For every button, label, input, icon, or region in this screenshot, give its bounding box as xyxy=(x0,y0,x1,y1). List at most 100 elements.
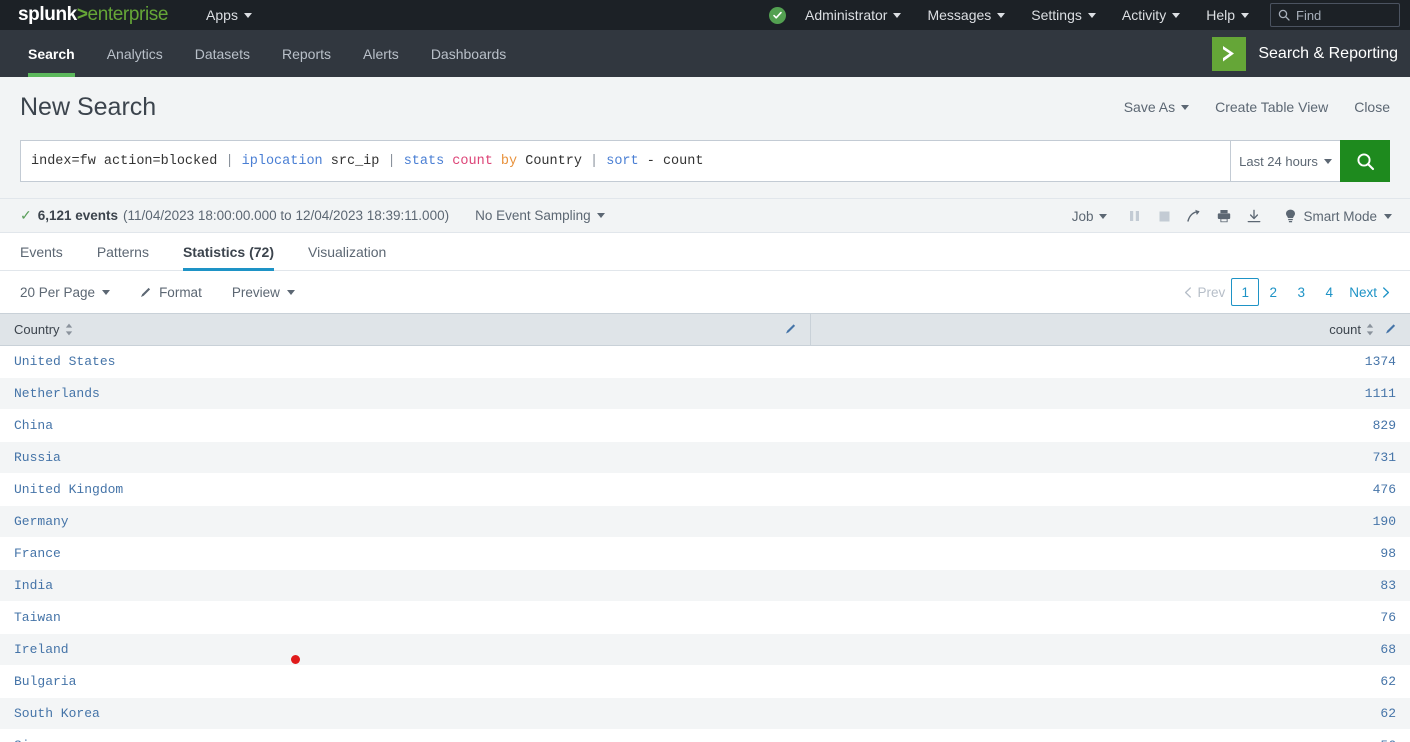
cell-country[interactable]: China xyxy=(0,409,810,442)
cell-count[interactable]: 476 xyxy=(810,473,1410,506)
table-row[interactable]: Singapore56 xyxy=(0,729,1410,742)
result-tabs: Events Patterns Statistics (72) Visualiz… xyxy=(0,233,1410,271)
pause-icon xyxy=(1129,211,1139,221)
activity-menu[interactable]: Activity xyxy=(1109,0,1193,30)
share-button[interactable] xyxy=(1179,199,1209,233)
job-menu[interactable]: Job xyxy=(1060,209,1120,224)
tab-visualization[interactable]: Visualization xyxy=(291,233,403,270)
table-row[interactable]: India 83 xyxy=(0,569,1410,602)
spl-token-pipe: | xyxy=(590,153,607,169)
run-search-button[interactable] xyxy=(1340,140,1390,182)
table-row[interactable]: Russia 731 xyxy=(0,441,1410,474)
edit-country-column-icon[interactable] xyxy=(785,322,797,337)
table-row[interactable]: Bulgaria 62 xyxy=(0,665,1410,698)
table-row[interactable]: Ireland 68 xyxy=(0,633,1410,666)
search-mode-menu[interactable]: Smart Mode xyxy=(1269,209,1392,224)
cell-count[interactable]: 56 xyxy=(810,729,1410,742)
spl-token-fn: count xyxy=(452,153,501,169)
health-check-icon[interactable] xyxy=(768,6,786,24)
splunk-logo[interactable]: splunk > enterprise xyxy=(18,4,168,26)
pagination-page-2[interactable]: 2 xyxy=(1259,278,1287,306)
table-row[interactable]: South Korea 62 xyxy=(0,697,1410,730)
column-header-count[interactable]: count xyxy=(810,313,1410,346)
per-page-menu[interactable]: 20 Per Page xyxy=(20,285,111,300)
nav-item-dashboards[interactable]: Dashboards xyxy=(415,30,523,77)
cell-count[interactable]: 76 xyxy=(810,601,1410,634)
chevron-down-icon xyxy=(1323,158,1332,164)
pagination-next[interactable]: Next xyxy=(1343,278,1396,306)
stop-button[interactable] xyxy=(1149,199,1179,233)
cell-country[interactable]: South Korea xyxy=(0,697,810,730)
tab-statistics[interactable]: Statistics (72) xyxy=(166,233,291,271)
download-icon xyxy=(1248,209,1261,223)
cell-country[interactable]: Russia xyxy=(0,441,810,474)
nav-item-reports[interactable]: Reports xyxy=(266,30,347,77)
create-table-view-link[interactable]: Create Table View xyxy=(1215,99,1328,115)
cell-country[interactable]: Germany xyxy=(0,505,810,538)
cell-country[interactable]: Netherlands xyxy=(0,377,810,410)
cell-country[interactable]: United Kingdom xyxy=(0,473,810,506)
cell-country[interactable]: India xyxy=(0,569,810,602)
nav-item-search[interactable]: Search xyxy=(12,30,91,77)
save-as-menu[interactable]: Save As xyxy=(1124,99,1190,115)
export-button[interactable] xyxy=(1239,199,1269,233)
format-button[interactable]: Format xyxy=(140,285,202,300)
cell-country[interactable]: Ireland xyxy=(0,633,810,666)
table-row[interactable]: United Kingdom 476 xyxy=(0,473,1410,506)
results-table: Country count United States 1374 Netherl… xyxy=(0,313,1410,742)
cell-country[interactable]: Bulgaria xyxy=(0,665,810,698)
cell-count[interactable]: 1111 xyxy=(810,377,1410,410)
messages-menu[interactable]: Messages xyxy=(914,0,1018,30)
nav-item-alerts[interactable]: Alerts xyxy=(347,30,415,77)
cell-country[interactable]: Taiwan xyxy=(0,601,810,634)
cell-count[interactable]: 829 xyxy=(810,409,1410,442)
settings-menu[interactable]: Settings xyxy=(1018,0,1109,30)
table-row[interactable]: Netherlands 1111 xyxy=(0,377,1410,410)
cell-country[interactable]: Singapore xyxy=(0,729,810,742)
event-sampling-label: No Event Sampling xyxy=(475,208,591,223)
find-input[interactable] xyxy=(1296,7,1386,23)
cell-count[interactable]: 190 xyxy=(810,505,1410,538)
cell-country[interactable]: United States xyxy=(0,345,810,378)
time-range-picker[interactable]: Last 24 hours xyxy=(1230,140,1340,182)
cell-count[interactable]: 1374 xyxy=(810,345,1410,378)
administrator-menu[interactable]: Administrator xyxy=(792,0,914,30)
table-row[interactable]: United States 1374 xyxy=(0,345,1410,378)
cell-count[interactable]: 731 xyxy=(810,441,1410,474)
pagination-page-4-label: 4 xyxy=(1325,284,1333,300)
cell-country[interactable]: France xyxy=(0,537,810,570)
results-table-wrapper: Country count United States 1374 Netherl… xyxy=(0,313,1410,742)
pagination-prev[interactable]: Prev xyxy=(1178,278,1231,306)
table-row[interactable]: Taiwan 76 xyxy=(0,601,1410,634)
preview-menu[interactable]: Preview xyxy=(232,285,295,300)
tab-events-label: Events xyxy=(20,243,63,260)
column-header-country[interactable]: Country xyxy=(0,313,811,346)
table-row[interactable]: China 829 xyxy=(0,409,1410,442)
pause-button[interactable] xyxy=(1119,199,1149,233)
cell-count[interactable]: 62 xyxy=(810,697,1410,730)
cell-count[interactable]: 98 xyxy=(810,537,1410,570)
nav-item-datasets[interactable]: Datasets xyxy=(179,30,266,77)
event-sampling-menu[interactable]: No Event Sampling xyxy=(475,208,605,223)
print-button[interactable] xyxy=(1209,199,1239,233)
close-link[interactable]: Close xyxy=(1354,99,1390,115)
cell-count[interactable]: 83 xyxy=(810,569,1410,602)
tab-patterns[interactable]: Patterns xyxy=(80,233,166,270)
search-query-input[interactable]: index=fw action=blocked | iplocation src… xyxy=(20,140,1230,182)
apps-menu[interactable]: Apps xyxy=(206,7,252,23)
cell-count[interactable]: 68 xyxy=(810,633,1410,666)
table-row[interactable]: France 98 xyxy=(0,537,1410,570)
app-brand[interactable]: Search & Reporting xyxy=(1212,30,1410,77)
table-row[interactable]: Germany 190 xyxy=(0,505,1410,538)
pagination-page-4[interactable]: 4 xyxy=(1315,278,1343,306)
nav-item-analytics[interactable]: Analytics xyxy=(91,30,179,77)
tab-events[interactable]: Events xyxy=(20,233,80,270)
event-time-range: (11/04/2023 18:00:00.000 to 12/04/2023 1… xyxy=(123,208,450,223)
event-info-bar: ✓ 6,121 events (11/04/2023 18:00:00.000 … xyxy=(0,199,1410,233)
edit-count-column-icon[interactable] xyxy=(1385,322,1397,337)
pagination-page-3[interactable]: 3 xyxy=(1287,278,1315,306)
help-menu[interactable]: Help xyxy=(1193,0,1262,30)
cell-count[interactable]: 62 xyxy=(810,665,1410,698)
find-box[interactable] xyxy=(1270,3,1400,27)
pagination-page-1[interactable]: 1 xyxy=(1231,278,1260,306)
